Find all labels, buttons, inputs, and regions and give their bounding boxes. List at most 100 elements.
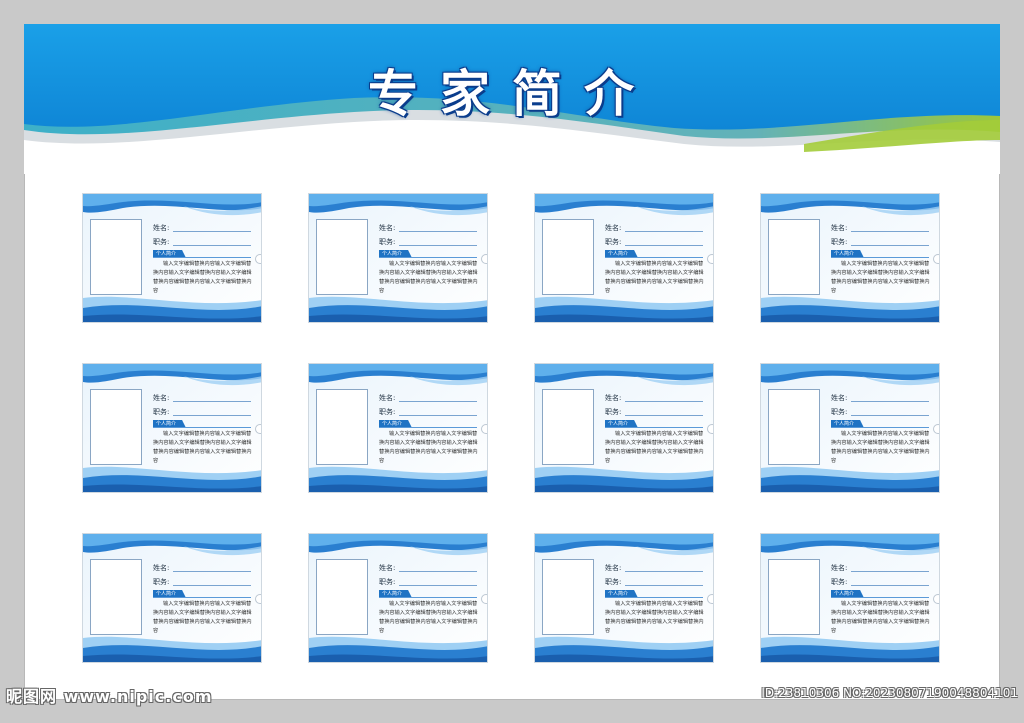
position-label: 职务: [831,238,848,246]
position-line [399,245,477,246]
intro-text: 输入文字编辑替换内容输入文字编辑替换内容输入文字编辑替换内容输入文字编辑替换内容… [153,431,252,464]
name-label: 姓名: [379,564,396,572]
position-line [625,415,703,416]
intro-rule [379,257,477,258]
expert-card: 姓名: 职务: 个人简介 输入文字编辑替换内容输入文字编辑替换内容输入文字编辑替换内容… [308,363,488,493]
name-line [399,571,477,572]
photo-placeholder [90,559,142,635]
intro-rule [379,597,477,598]
position-line [851,585,929,586]
name-label: 姓名: [831,564,848,572]
position-label: 职务: [605,578,622,586]
photo-placeholder [768,559,820,635]
expert-card: 姓名: 职务: 个人简介 输入文字编辑替换内容输入文字编辑替换内容输入文字编辑替换内容… [308,533,488,663]
position-label: 职务: [605,408,622,416]
name-label: 姓名: [831,394,848,402]
position-label: 职务: [831,578,848,586]
intro-rule [605,427,703,428]
expert-card: 姓名: 职务: 个人简介 输入文字编辑替换内容输入文字编辑替换内容输入文字编辑替换内容… [82,533,262,663]
intro-text: 输入文字编辑替换内容输入文字编辑替换内容输入文字编辑替换内容输入文字编辑替换内容… [153,261,252,294]
name-line [173,571,251,572]
photo-placeholder [90,389,142,465]
expert-card: 姓名: 职务: 个人简介 输入文字编辑替换内容输入文字编辑替换内容输入文字编辑替换内容… [534,363,714,493]
name-line [625,571,703,572]
intro-rule [831,427,929,428]
page-title: 专家简介 [368,65,656,123]
intro-text: 输入文字编辑替换内容输入文字编辑替换内容输入文字编辑替换内容输入文字编辑替换内容… [831,261,930,294]
position-line [399,585,477,586]
name-line [851,571,929,572]
position-label: 职务: [153,578,170,586]
photo-placeholder [768,219,820,295]
intro-rule [831,257,929,258]
name-label: 姓名: [153,224,170,232]
intro-rule [153,257,251,258]
name-line [173,231,251,232]
card-notch [255,254,261,264]
photo-placeholder [316,389,368,465]
card-notch [255,594,261,604]
intro-rule [153,597,251,598]
name-line [851,401,929,402]
expert-card: 姓名: 职务: 个人简介 输入文字编辑替换内容输入文字编辑替换内容输入文字编辑替换内容… [534,193,714,323]
name-line [625,401,703,402]
card-notch [707,254,713,264]
intro-text: 输入文字编辑替换内容输入文字编辑替换内容输入文字编辑替换内容输入文字编辑替换内容… [831,431,930,464]
expert-card: 姓名: 职务: 个人简介 输入文字编辑替换内容输入文字编辑替换内容输入文字编辑替换内容… [534,533,714,663]
position-line [625,245,703,246]
name-label: 姓名: [605,224,622,232]
name-line [625,231,703,232]
photo-placeholder [542,559,594,635]
expert-card: 姓名: 职务: 个人简介 输入文字编辑替换内容输入文字编辑替换内容输入文字编辑替换内容… [760,533,940,663]
position-line [851,245,929,246]
position-line [851,415,929,416]
intro-rule [605,597,703,598]
id-watermark: ID:23810306 NO:20230807190048804101 [761,686,1018,700]
position-label: 职务: [379,578,396,586]
site-watermark: 昵图网 www.nipic.com [6,687,213,706]
name-line [851,231,929,232]
photo-placeholder [768,389,820,465]
position-line [173,415,251,416]
position-label: 职务: [153,238,170,246]
intro-text: 输入文字编辑替换内容输入文字编辑替换内容输入文字编辑替换内容输入文字编辑替换内容… [605,601,704,634]
name-label: 姓名: [153,564,170,572]
name-label: 姓名: [831,224,848,232]
name-line [173,401,251,402]
intro-text: 输入文字编辑替换内容输入文字编辑替换内容输入文字编辑替换内容输入文字编辑替换内容… [379,261,478,294]
expert-card: 姓名: 职务: 个人简介 输入文字编辑替换内容输入文字编辑替换内容输入文字编辑替换内容… [82,363,262,493]
intro-rule [831,597,929,598]
name-label: 姓名: [605,564,622,572]
expert-card: 姓名: 职务: 个人简介 输入文字编辑替换内容输入文字编辑替换内容输入文字编辑替换内容… [308,193,488,323]
expert-card: 姓名: 职务: 个人简介 输入文字编辑替换内容输入文字编辑替换内容输入文字编辑替换内容… [760,193,940,323]
intro-text: 输入文字编辑替换内容输入文字编辑替换内容输入文字编辑替换内容输入文字编辑替换内容… [379,601,478,634]
intro-text: 输入文字编辑替换内容输入文字编辑替换内容输入文字编辑替换内容输入文字编辑替换内容… [379,431,478,464]
position-label: 职务: [379,238,396,246]
intro-text: 输入文字编辑替换内容输入文字编辑替换内容输入文字编辑替换内容输入文字编辑替换内容… [153,601,252,634]
name-label: 姓名: [605,394,622,402]
intro-text: 输入文字编辑替换内容输入文字编辑替换内容输入文字编辑替换内容输入文字编辑替换内容… [605,261,704,294]
card-notch [707,424,713,434]
intro-rule [605,257,703,258]
photo-placeholder [542,219,594,295]
card-notch [933,424,939,434]
intro-text: 输入文字编辑替换内容输入文字编辑替换内容输入文字编辑替换内容输入文字编辑替换内容… [605,431,704,464]
photo-placeholder [316,219,368,295]
photo-placeholder [316,559,368,635]
name-label: 姓名: [379,224,396,232]
expert-card: 姓名: 职务: 个人简介 输入文字编辑替换内容输入文字编辑替换内容输入文字编辑替换内容… [82,193,262,323]
name-label: 姓名: [379,394,396,402]
card-notch [255,424,261,434]
card-notch [933,254,939,264]
position-label: 职务: [605,238,622,246]
card-notch [933,594,939,604]
intro-rule [379,427,477,428]
card-notch [481,594,487,604]
position-label: 职务: [379,408,396,416]
card-notch [481,424,487,434]
position-line [625,585,703,586]
display-board: 专家简介 姓名: 职务: 个人简介 输入文字编辑替换内容输入文字编辑替换内容输入文字编… [0,0,1024,723]
card-notch [707,594,713,604]
position-line [173,245,251,246]
position-label: 职务: [831,408,848,416]
